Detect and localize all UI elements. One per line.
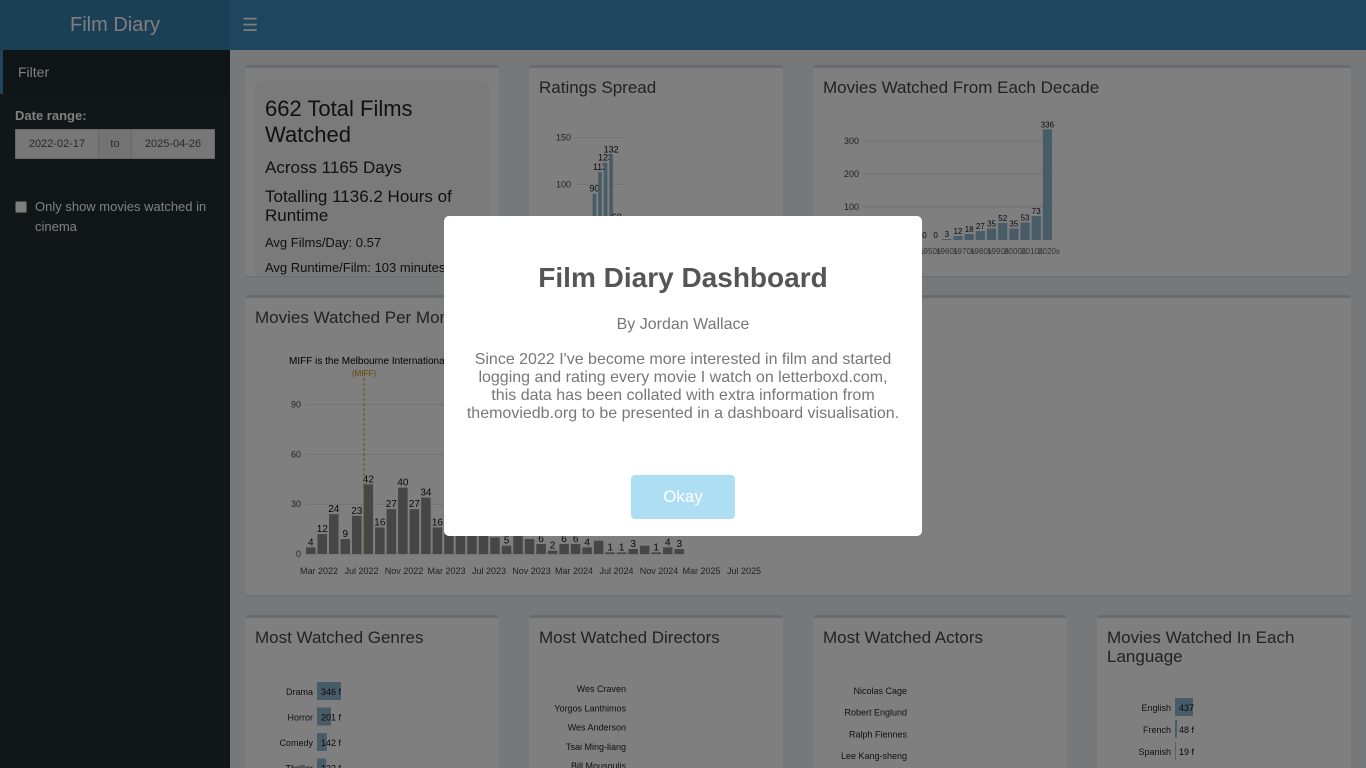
modal-title: Film Diary Dashboard: [538, 262, 828, 293]
okay-button[interactable]: Okay: [631, 475, 735, 519]
modal-description: Since 2022 I've become more interested i…: [466, 351, 900, 422]
intro-modal: Film Diary Dashboard By Jordan Wallace S…: [444, 216, 922, 536]
modal-author: By Jordan Wallace: [616, 316, 750, 333]
